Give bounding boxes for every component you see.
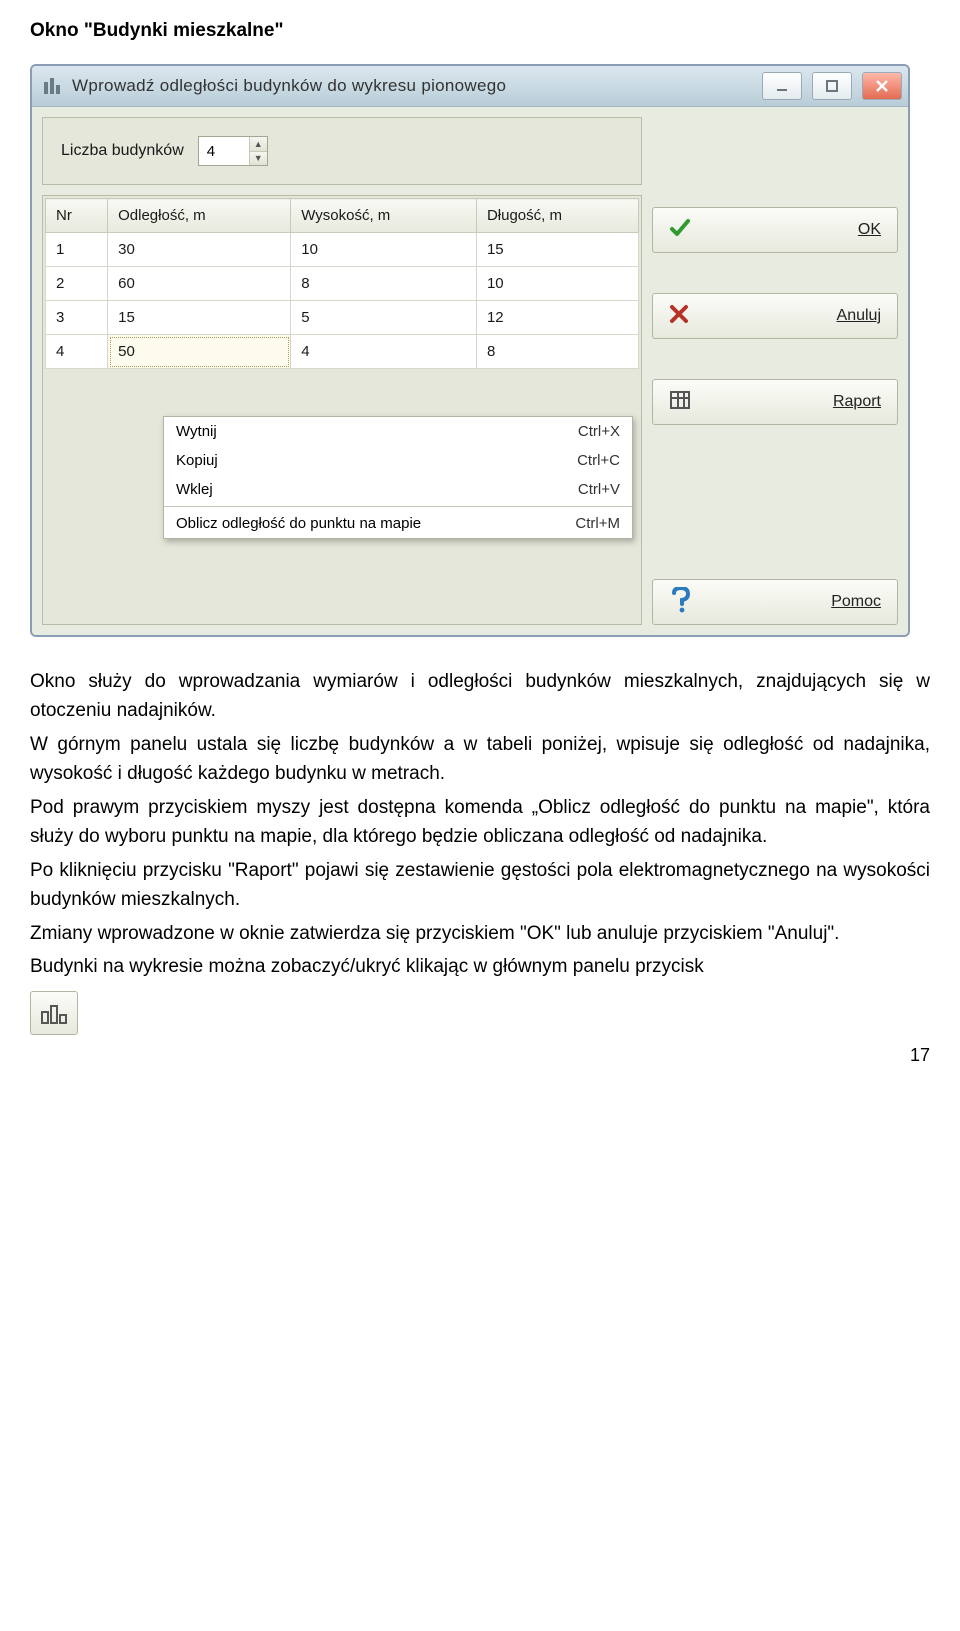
count-input[interactable] [199, 137, 249, 165]
paragraph: Okno służy do wprowadzania wymiarów i od… [30, 667, 930, 726]
right-button-column: OK Anuluj Raport Pomoc [652, 117, 898, 625]
table-row[interactable]: 3 15 5 12 [46, 301, 639, 335]
cell[interactable]: 3 [46, 301, 108, 335]
window-title: Wprowadź odległości budynków do wykresu … [72, 76, 752, 96]
context-menu[interactable]: Wytnij Ctrl+X Kopiuj Ctrl+C Wklej Ctrl+V… [163, 416, 633, 539]
ctx-paste[interactable]: Wklej Ctrl+V [164, 475, 632, 504]
cell[interactable]: 2 [46, 267, 108, 301]
cancel-button[interactable]: Anuluj [652, 293, 898, 339]
ctx-label: Oblicz odległość do punktu na mapie [176, 515, 555, 532]
ok-button[interactable]: OK [652, 207, 898, 253]
cell[interactable]: 4 [291, 335, 477, 369]
window-titlebar[interactable]: Wprowadź odległości budynków do wykresu … [32, 66, 908, 107]
maximize-button[interactable] [812, 72, 852, 100]
ctx-label: Wklej [176, 481, 558, 498]
spin-down-icon[interactable]: ▼ [250, 152, 267, 166]
page-number: 17 [30, 1045, 930, 1066]
check-icon [669, 217, 691, 244]
ctx-calc-distance[interactable]: Oblicz odległość do punktu na mapie Ctrl… [164, 509, 632, 538]
col-nr[interactable]: Nr [46, 199, 108, 233]
ok-label: OK [858, 221, 881, 238]
paragraph: Pod prawym przyciskiem myszy jest dostęp… [30, 793, 930, 852]
cell[interactable]: 10 [291, 233, 477, 267]
ctx-copy[interactable]: Kopiuj Ctrl+C [164, 446, 632, 475]
body-text: Okno służy do wprowadzania wymiarów i od… [30, 667, 930, 981]
paragraph: W górnym panelu ustala się liczbę budynk… [30, 730, 930, 789]
window-frame: Wprowadź odległości budynków do wykresu … [30, 64, 910, 637]
paragraph: Budynki na wykresie można zobaczyć/ukryć… [30, 952, 930, 981]
ctx-shortcut: Ctrl+X [578, 423, 620, 440]
cell[interactable]: 15 [108, 301, 291, 335]
cell[interactable]: 8 [476, 335, 638, 369]
count-label: Liczba budynków [61, 142, 184, 160]
table-header-row: Nr Odległość, m Wysokość, m Długość, m [46, 199, 639, 233]
section-heading: Okno "Budynki mieszkalne" [30, 20, 930, 42]
ctx-separator [164, 506, 632, 507]
paragraph: Zmiany wprowadzone w oknie zatwierdza si… [30, 919, 930, 948]
table-panel: Nr Odległość, m Wysokość, m Długość, m 1… [42, 195, 642, 625]
left-panel: Liczba budynków ▲ ▼ Nr Odległość, m [42, 117, 642, 625]
paragraph: Po kliknięciu przycisku "Raport" pojawi … [30, 856, 930, 915]
table-row[interactable]: 1 30 10 15 [46, 233, 639, 267]
cell[interactable]: 8 [291, 267, 477, 301]
report-label: Raport [833, 393, 881, 410]
count-spinbox[interactable]: ▲ ▼ [198, 136, 268, 166]
cell[interactable]: 15 [476, 233, 638, 267]
table-icon [669, 389, 691, 416]
ctx-cut[interactable]: Wytnij Ctrl+X [164, 417, 632, 446]
cell[interactable]: 4 [46, 335, 108, 369]
ctx-shortcut: Ctrl+C [577, 452, 620, 469]
toolbar-buildings-toggle-button[interactable] [30, 991, 78, 1035]
col-len[interactable]: Długość, m [476, 199, 638, 233]
window-body: Liczba budynków ▲ ▼ Nr Odległość, m [32, 107, 908, 635]
cell[interactable]: 5 [291, 301, 477, 335]
cancel-label: Anuluj [837, 307, 881, 324]
cell[interactable]: 1 [46, 233, 108, 267]
table-row[interactable]: 4 50 4 8 [46, 335, 639, 369]
ctx-shortcut: Ctrl+M [575, 515, 620, 532]
ctx-label: Kopiuj [176, 452, 557, 469]
close-button[interactable] [862, 72, 902, 100]
table-row[interactable]: 2 60 8 10 [46, 267, 639, 301]
minimize-button[interactable] [762, 72, 802, 100]
cell[interactable]: 30 [108, 233, 291, 267]
cell[interactable]: 10 [476, 267, 638, 301]
report-button[interactable]: Raport [652, 379, 898, 425]
help-button[interactable]: Pomoc [652, 579, 898, 625]
help-label: Pomoc [831, 593, 881, 610]
x-icon [669, 304, 689, 329]
ctx-label: Wytnij [176, 423, 558, 440]
col-h[interactable]: Wysokość, m [291, 199, 477, 233]
ctx-shortcut: Ctrl+V [578, 481, 620, 498]
buildings-table[interactable]: Nr Odległość, m Wysokość, m Długość, m 1… [45, 198, 639, 369]
cell[interactable]: 60 [108, 267, 291, 301]
help-icon [669, 587, 691, 618]
count-panel: Liczba budynków ▲ ▼ [42, 117, 642, 185]
col-dist[interactable]: Odległość, m [108, 199, 291, 233]
app-icon [42, 76, 62, 96]
spin-up-icon[interactable]: ▲ [250, 137, 267, 152]
cell[interactable]: 50 [108, 335, 291, 369]
cell[interactable]: 12 [476, 301, 638, 335]
